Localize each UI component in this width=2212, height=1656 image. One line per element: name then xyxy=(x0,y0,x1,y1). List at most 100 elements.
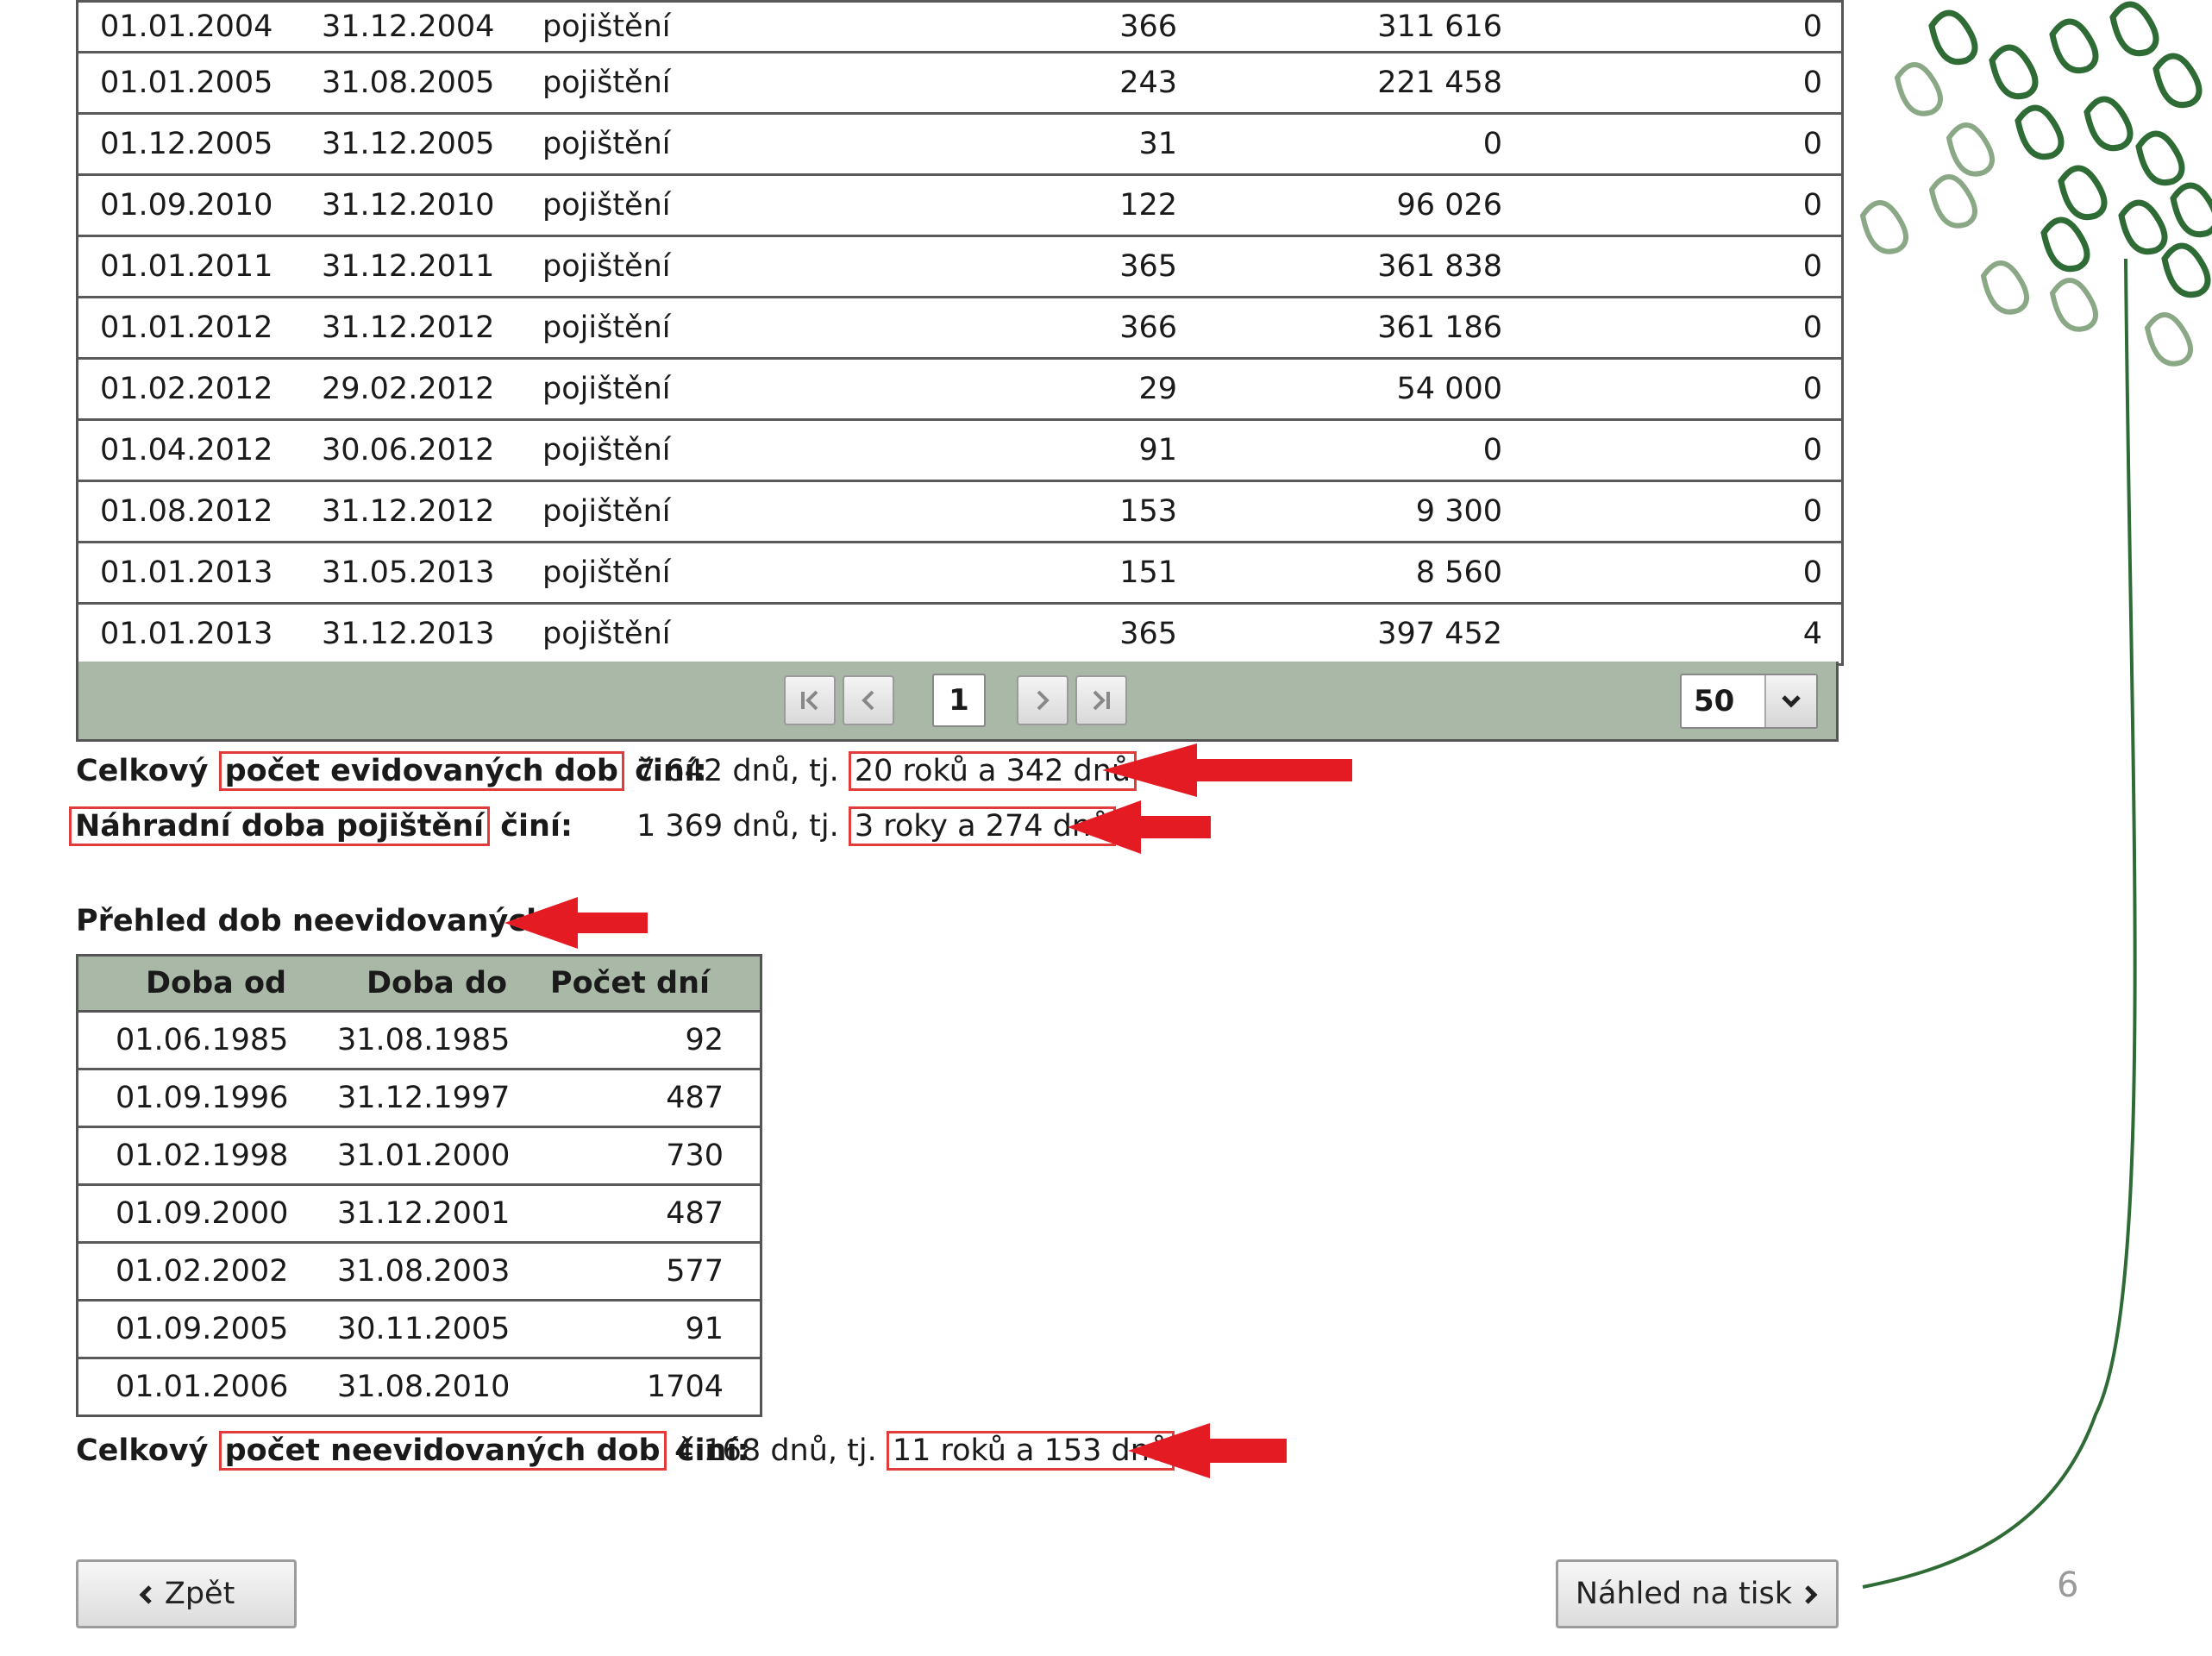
cell-period-to: 31.08.2005 xyxy=(322,66,495,100)
cell-period-from: 01.01.2012 xyxy=(100,310,273,345)
cell-day-count: 29 xyxy=(1138,372,1177,406)
substitute-period-days: 1 369 dnů, tj. xyxy=(636,809,849,844)
cell-period-to: 31.12.2004 xyxy=(322,9,495,44)
cell-period-from: 01.02.2002 xyxy=(116,1254,289,1289)
table-row: 01.09.2000 31.12.2001 487 xyxy=(78,1186,760,1244)
cell-period-from: 01.12.2005 xyxy=(100,127,273,161)
cell-income: 0 xyxy=(1482,127,1502,161)
pagination-bar: 1 50 xyxy=(76,662,1839,742)
table-row: 01.09.1996 31.12.1997 487 xyxy=(78,1070,760,1128)
cell-extra: 0 xyxy=(1802,310,1822,345)
cell-period-to: 31.12.2012 xyxy=(322,494,495,529)
cell-day-count: 243 xyxy=(1119,66,1177,100)
cell-income: 361 186 xyxy=(1377,310,1502,345)
total-recorded-years: 20 roků a 342 dnů xyxy=(848,751,1137,791)
cell-type: pojištění xyxy=(542,433,671,467)
cell-period-to: 31.12.2010 xyxy=(322,188,495,223)
chevron-left-icon xyxy=(139,1585,152,1604)
page-size-dropdown-button[interactable] xyxy=(1764,675,1816,727)
table-row: 01.01.2005 31.08.2005 pojištění 243 221 458 0 xyxy=(78,53,1841,115)
next-page-icon xyxy=(1037,690,1050,711)
cell-period-from: 01.09.2005 xyxy=(116,1312,289,1346)
tree-decoration xyxy=(1859,1,2212,1589)
unrecorded-periods-title: Přehled dob neevidovaných xyxy=(76,904,548,938)
next-page-button[interactable] xyxy=(1017,675,1068,725)
cell-day-count: 487 xyxy=(666,1081,724,1115)
cell-income: 8 560 xyxy=(1415,555,1502,590)
cell-type: pojištění xyxy=(542,494,671,529)
cell-day-count: 151 xyxy=(1119,555,1177,590)
substitute-period-summary: Náhradní doba pojištění činí: xyxy=(69,806,573,847)
cell-period-to: 31.08.2003 xyxy=(337,1254,511,1289)
cell-period-from: 01.09.2000 xyxy=(116,1196,289,1231)
arrow-left-icon xyxy=(1128,1423,1287,1478)
cell-period-from: 01.01.2004 xyxy=(100,9,273,44)
unrecorded-periods-table: Doba od Doba do Počet dní 01.06.1985 31.0… xyxy=(76,954,762,1417)
cell-day-count: 366 xyxy=(1119,9,1177,44)
substitute-period-label-highlight: Náhradní doba pojištění xyxy=(69,806,491,846)
cell-income: 9 300 xyxy=(1415,494,1502,529)
table-row: 01.01.2013 31.05.2013 pojištění 151 8 560 0 xyxy=(78,543,1841,605)
total-recorded-summary: Celkový počet evidovaných dob činí: xyxy=(76,750,707,792)
table-row: 01.01.2013 31.12.2013 pojištění 365 397 452 4 xyxy=(78,605,1841,666)
cell-type: pojištění xyxy=(542,188,671,223)
total-recorded-days: 7 642 dnů, tj. xyxy=(636,754,849,788)
cell-day-count: 91 xyxy=(1138,433,1177,467)
substitute-period-value-line: 1 369 dnů, tj. 3 roky a 274 dnů xyxy=(636,806,1117,847)
cell-extra: 0 xyxy=(1802,372,1822,406)
cell-income: 54 000 xyxy=(1396,372,1502,406)
header-day-count: Počet dní xyxy=(549,966,710,1000)
cell-income: 311 616 xyxy=(1377,9,1502,44)
total-recorded-label-highlight: počet evidovaných dob xyxy=(218,751,624,791)
table-row: 01.02.2002 31.08.2003 577 xyxy=(78,1244,760,1302)
cell-period-from: 01.04.2012 xyxy=(100,433,273,467)
total-recorded-label-prefix: Celkový xyxy=(76,754,219,788)
cell-period-from: 01.02.1998 xyxy=(116,1138,289,1173)
total-unrecorded-value-line: 4 168 dnů, tj. 11 roků a 153 dnů xyxy=(674,1430,1175,1471)
cell-period-to: 31.12.1997 xyxy=(337,1081,511,1115)
total-recorded-value-line: 7 642 dnů, tj. 20 roků a 342 dnů xyxy=(636,750,1137,792)
cell-type: pojištění xyxy=(542,9,671,44)
cell-day-count: 153 xyxy=(1119,494,1177,529)
cell-period-from: 01.01.2013 xyxy=(100,617,273,651)
back-button[interactable]: Zpět xyxy=(76,1559,297,1628)
prev-page-button[interactable] xyxy=(843,675,894,725)
cell-income: 221 458 xyxy=(1377,66,1502,100)
cell-day-count: 365 xyxy=(1119,617,1177,651)
table-row: 01.01.2012 31.12.2012 pojištění 366 361 186 0 xyxy=(78,298,1841,360)
cell-period-to: 31.12.2011 xyxy=(322,249,495,284)
cell-period-from: 01.09.2010 xyxy=(100,188,273,223)
table-row: 01.12.2005 31.12.2005 pojištění 31 0 0 xyxy=(78,115,1841,176)
cell-type: pojištění xyxy=(542,310,671,345)
cell-period-from: 01.08.2012 xyxy=(100,494,273,529)
cell-extra: 0 xyxy=(1802,9,1822,44)
prev-page-icon xyxy=(862,690,874,711)
cell-day-count: 365 xyxy=(1119,249,1177,284)
cell-income: 0 xyxy=(1482,433,1502,467)
cell-type: pojištění xyxy=(542,249,671,284)
cell-period-to: 30.06.2012 xyxy=(322,433,495,467)
cell-income: 361 838 xyxy=(1377,249,1502,284)
cell-extra: 0 xyxy=(1802,188,1822,223)
header-period-from: Doba od xyxy=(146,966,287,1000)
chevron-down-icon xyxy=(1782,695,1801,708)
print-preview-button-label: Náhled na tisk xyxy=(1575,1577,1792,1611)
cell-day-count: 91 xyxy=(685,1312,724,1346)
table-row: 01.02.1998 31.01.2000 730 xyxy=(78,1128,760,1186)
current-page-indicator[interactable]: 1 xyxy=(932,674,986,727)
cell-period-from: 01.02.2012 xyxy=(100,372,273,406)
substitute-period-label-suffix: činí: xyxy=(490,809,573,844)
first-page-button[interactable] xyxy=(784,675,836,725)
print-preview-button[interactable]: Náhled na tisk xyxy=(1556,1559,1839,1628)
cell-period-to: 31.12.2012 xyxy=(322,310,495,345)
back-button-label: Zpět xyxy=(164,1577,235,1611)
cell-extra: 0 xyxy=(1802,494,1822,529)
cell-period-to: 31.12.2001 xyxy=(337,1196,511,1231)
page-size-select[interactable]: 50 xyxy=(1680,674,1818,729)
cell-extra: 0 xyxy=(1802,249,1822,284)
cell-period-to: 31.08.2010 xyxy=(337,1370,511,1404)
cell-type: pojištění xyxy=(542,127,671,161)
total-unrecorded-label-highlight: počet neevidovaných dob xyxy=(218,1431,667,1471)
last-page-button[interactable] xyxy=(1075,675,1127,725)
cell-income: 397 452 xyxy=(1377,617,1502,651)
